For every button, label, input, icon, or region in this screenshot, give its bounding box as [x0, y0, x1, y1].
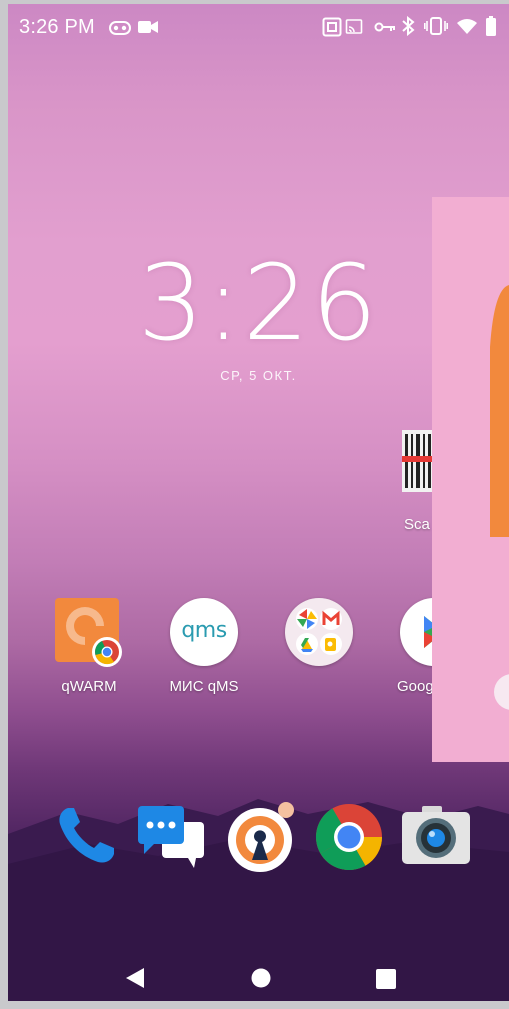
overlay-graphic	[490, 285, 509, 710]
folder-app-previews	[296, 608, 342, 655]
qwarm-chrome-shortcut-icon	[55, 598, 122, 667]
app-google-play[interactable]: Goog	[379, 596, 432, 706]
home-screen: 3:26 PM 3:26 СР, 5 ОКТ. Sca qWARM qms МИ…	[8, 4, 509, 1001]
vpn-key-icon	[374, 22, 395, 32]
app-label-google: Goog	[397, 678, 432, 695]
app-label-qwarm: qWARM	[61, 678, 117, 695]
navigation-bar	[8, 934, 509, 1001]
wifi-icon	[457, 19, 477, 34]
floating-overlay-panel[interactable]	[432, 197, 509, 762]
cast-icon	[345, 19, 363, 34]
qms-logo-text: qms	[181, 618, 227, 643]
app-label: Sca	[404, 516, 430, 533]
back-icon[interactable]	[124, 966, 146, 990]
chrome-icon[interactable]	[314, 802, 384, 872]
home-icon[interactable]	[251, 968, 271, 988]
nfc-icon	[322, 17, 342, 37]
recents-icon[interactable]	[376, 969, 396, 989]
video-camera-icon	[138, 21, 158, 33]
app-label-qms: МИС qMS	[169, 678, 239, 695]
barcode-scanner-icon	[402, 430, 432, 492]
status-time: 3:26 PM	[19, 16, 95, 38]
app-scanner[interactable]: Sca	[386, 430, 432, 540]
openvpn-icon[interactable]	[226, 798, 302, 874]
messages-icon[interactable]	[136, 804, 208, 870]
status-bar: 3:26 PM	[8, 4, 509, 48]
google-folder-icon	[285, 598, 353, 666]
voicemail-icon	[109, 21, 131, 35]
google-play-icon	[400, 598, 432, 666]
battery-icon	[486, 16, 496, 36]
phone-icon[interactable]	[54, 804, 118, 868]
qms-icon: qms	[170, 598, 238, 666]
bluetooth-icon	[402, 16, 415, 36]
camera-icon[interactable]	[400, 804, 472, 868]
vibrate-icon	[424, 17, 448, 35]
